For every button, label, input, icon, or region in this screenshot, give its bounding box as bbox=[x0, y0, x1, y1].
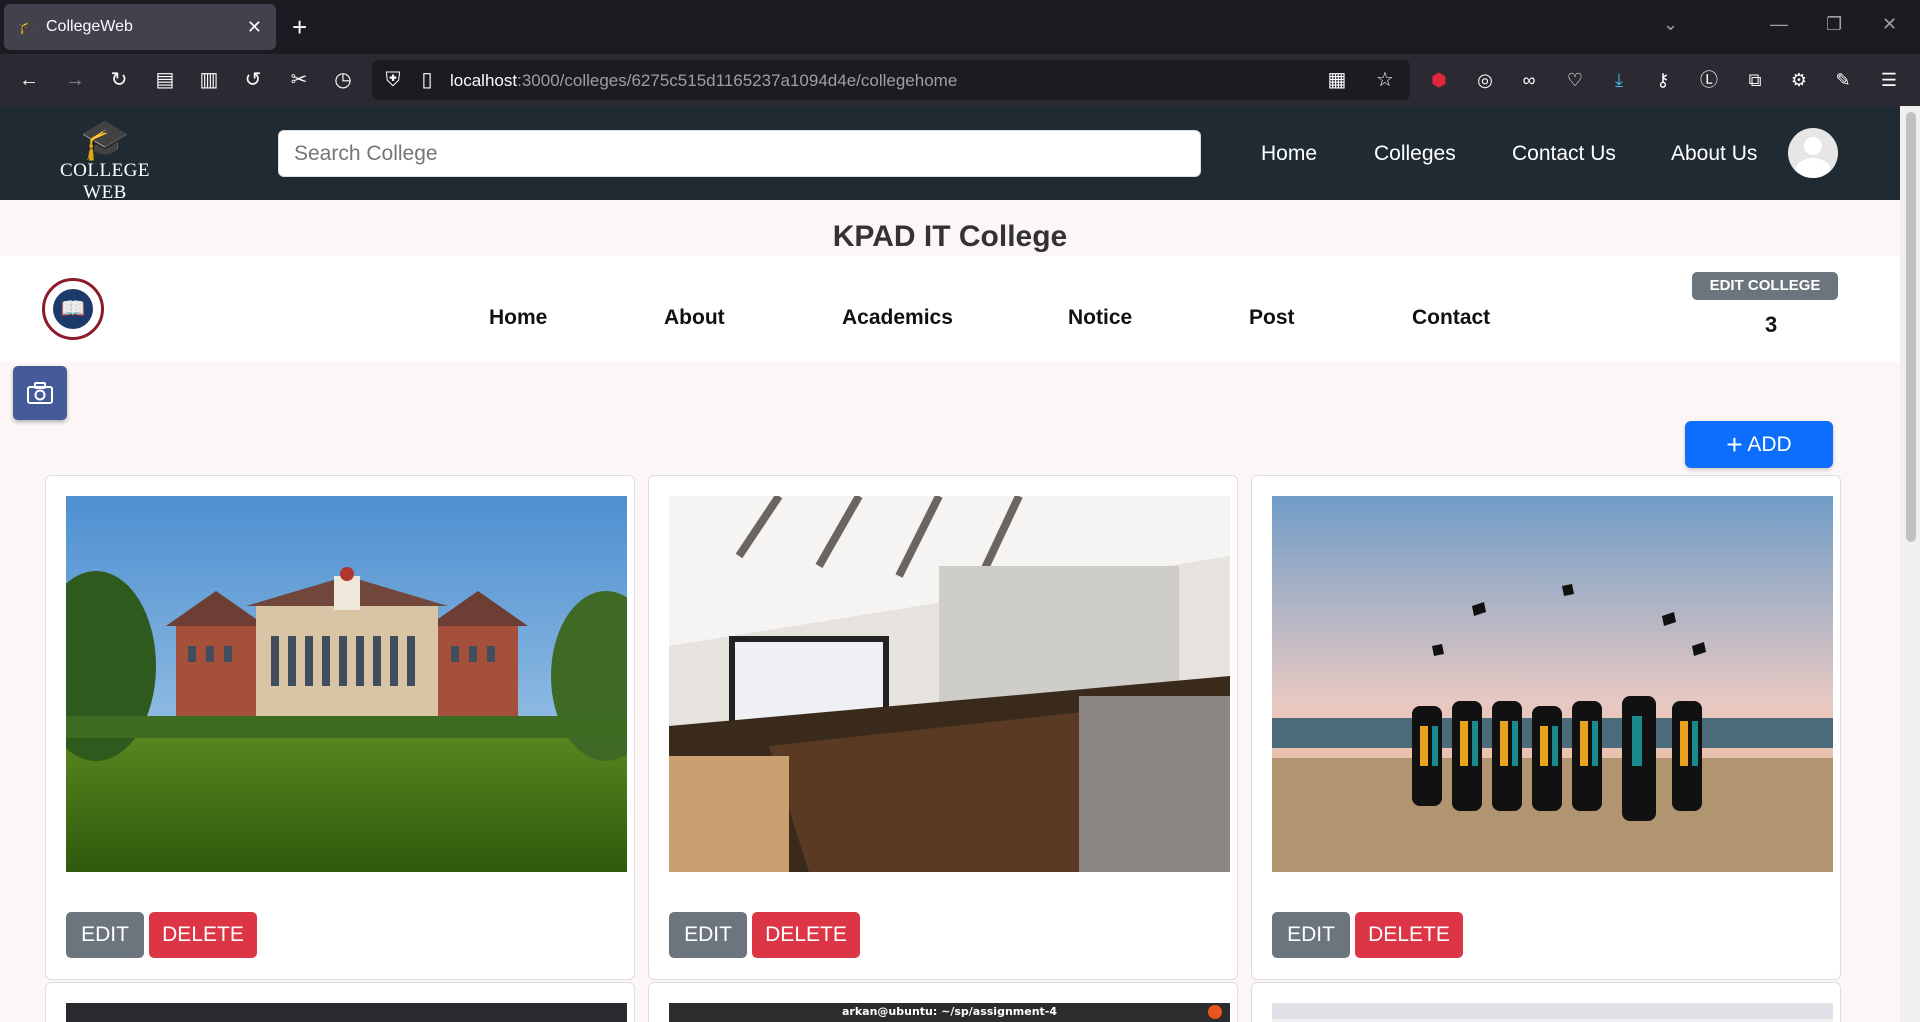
extensions-icon[interactable]: ⧉ bbox=[1742, 67, 1768, 93]
camera-icon[interactable] bbox=[13, 366, 67, 420]
list-all-tabs-icon[interactable]: ⌄ bbox=[1663, 14, 1678, 35]
college-nav-home[interactable]: Home bbox=[489, 306, 547, 330]
page-scrollbar[interactable] bbox=[1900, 106, 1920, 1022]
site-header: 🎓 COLLEGE WEB Home Colleges Contact Us A… bbox=[0, 106, 1900, 203]
terminal-close-icon bbox=[1208, 1005, 1222, 1019]
gallery-card bbox=[45, 982, 635, 1022]
scrollbar-thumb[interactable] bbox=[1906, 112, 1916, 542]
header-link-about-us[interactable]: About Us bbox=[1671, 142, 1757, 166]
gallery-card: EDIT DELETE bbox=[1251, 475, 1841, 980]
college-seal-logo: 📖 bbox=[42, 278, 104, 340]
book-icon: 📖 bbox=[53, 289, 93, 329]
logo-text: COLLEGE WEB bbox=[59, 160, 151, 203]
mask-icon[interactable]: ∞ bbox=[1516, 67, 1542, 93]
url-text[interactable]: localhost:3000/colleges/6275c515d1165237… bbox=[450, 71, 957, 91]
back-icon[interactable]: ← bbox=[16, 67, 42, 93]
restore-icon[interactable]: ❐ bbox=[1826, 14, 1842, 35]
university-building-photo bbox=[66, 496, 627, 872]
lecture-hall-image bbox=[669, 496, 1230, 872]
edit-button[interactable]: EDIT bbox=[1272, 912, 1350, 958]
reload-icon[interactable]: ↻ bbox=[106, 67, 132, 93]
edit-button[interactable]: EDIT bbox=[66, 912, 144, 958]
plus-icon: + bbox=[1726, 429, 1743, 460]
header-link-home[interactable]: Home bbox=[1261, 142, 1317, 166]
qr-code-icon[interactable]: ▦ bbox=[1324, 67, 1350, 93]
bookmark-star-icon[interactable]: ☆ bbox=[1372, 67, 1398, 93]
key-icon[interactable]: ⚷ bbox=[1650, 67, 1676, 93]
gallery-card bbox=[1251, 982, 1841, 1022]
edit-button[interactable]: EDIT bbox=[669, 912, 747, 958]
menu-icon[interactable]: ☰ bbox=[1876, 67, 1902, 93]
address-bar[interactable]: ⛨ ▯ localhost:3000/colleges/6275c515d116… bbox=[372, 60, 1410, 100]
college-nav-contact[interactable]: Contact bbox=[1412, 306, 1490, 330]
graduation-caps-photo bbox=[1272, 496, 1833, 872]
pocket-icon[interactable]: ♡ bbox=[1562, 67, 1588, 93]
url-path: :3000/colleges/6275c515d1165237a1094d4e/… bbox=[517, 71, 958, 90]
extension-glasses-icon[interactable]: ◎ bbox=[1472, 67, 1498, 93]
delete-button[interactable]: DELETE bbox=[149, 912, 257, 958]
close-window-icon[interactable]: ✕ bbox=[1882, 14, 1897, 35]
settings-gear-icon[interactable]: ⚙ bbox=[1786, 67, 1812, 93]
camera-svg bbox=[27, 382, 53, 404]
college-nav-about[interactable]: About bbox=[664, 306, 725, 330]
add-button[interactable]: + ADD bbox=[1685, 421, 1833, 468]
tab-title: CollegeWeb bbox=[46, 18, 133, 35]
shield-icon[interactable]: ⛨ bbox=[380, 67, 406, 93]
browser-tab-bar: 🎓 CollegeWeb ✕ + ⌄ — ❐ ✕ bbox=[0, 0, 1920, 54]
university-building-image bbox=[66, 496, 627, 872]
graduation-image bbox=[1272, 496, 1833, 872]
search-college-input[interactable] bbox=[278, 130, 1201, 177]
gallery-card: EDIT DELETE bbox=[45, 475, 635, 980]
header-link-colleges[interactable]: Colleges bbox=[1374, 142, 1456, 166]
reader-view-icon[interactable]: ▥ bbox=[196, 67, 222, 93]
avatar-body bbox=[1795, 158, 1831, 178]
graduation-cap-icon: 🎓 bbox=[80, 118, 130, 162]
college-title: KPAD IT College bbox=[832, 220, 1068, 253]
ublock-icon[interactable]: ⬢ bbox=[1426, 67, 1452, 93]
delete-button[interactable]: DELETE bbox=[752, 912, 860, 958]
new-tab-button[interactable]: + bbox=[292, 12, 307, 42]
college-nav-notice[interactable]: Notice bbox=[1068, 306, 1132, 330]
page-icon: ▯ bbox=[421, 69, 433, 91]
clock-icon[interactable]: ◷ bbox=[330, 67, 356, 93]
college-nav-academics[interactable]: Academics bbox=[842, 306, 953, 330]
graduation-cap-favicon-icon: 🎓 bbox=[18, 18, 37, 35]
download-icon[interactable]: ⤓ bbox=[1606, 67, 1632, 93]
avatar-head bbox=[1804, 137, 1822, 155]
user-avatar[interactable] bbox=[1788, 128, 1838, 178]
delete-button[interactable]: DELETE bbox=[1355, 912, 1463, 958]
browser-toolbar: ← → ↻ ▤ ▥ ↺ ✂ ◷ ⛨ ▯ localhost:3000/colle… bbox=[0, 54, 1920, 106]
site-logo[interactable]: 🎓 COLLEGE WEB bbox=[40, 118, 170, 203]
history-icon[interactable]: ↺ bbox=[240, 67, 266, 93]
college-nav-post[interactable]: Post bbox=[1249, 306, 1295, 330]
url-host: localhost bbox=[450, 71, 518, 90]
browser-tab[interactable]: 🎓 CollegeWeb ✕ bbox=[4, 4, 276, 50]
gallery-card: EDIT DELETE bbox=[648, 475, 1238, 980]
college-nav: 📖 Home About Academics Notice Post Conta… bbox=[0, 256, 1900, 362]
page-content: 🎓 COLLEGE WEB Home Colleges Contact Us A… bbox=[0, 106, 1900, 1022]
gallery-card: arkan@ubuntu: ~/sp/assignment-4 bbox=[648, 982, 1238, 1022]
college-count: 3 bbox=[1765, 312, 1778, 337]
browser-screenshot-image bbox=[1272, 1003, 1833, 1022]
forward-icon[interactable]: → bbox=[62, 67, 88, 93]
edit-college-button[interactable]: EDIT COLLEGE bbox=[1692, 272, 1838, 300]
sidebar-icon[interactable]: ▤ bbox=[152, 67, 178, 93]
terminal-title: arkan@ubuntu: ~/sp/assignment-4 bbox=[842, 1005, 1057, 1018]
close-tab-icon[interactable]: ✕ bbox=[247, 17, 262, 38]
minimize-icon[interactable]: — bbox=[1770, 14, 1788, 35]
dark-screenshot-image bbox=[66, 1003, 627, 1022]
header-link-contact-us[interactable]: Contact Us bbox=[1512, 142, 1616, 166]
terminal-screenshot-image: arkan@ubuntu: ~/sp/assignment-4 bbox=[669, 1003, 1230, 1022]
pen-icon[interactable]: ✎ bbox=[1830, 67, 1856, 93]
screenshot-icon[interactable]: ✂ bbox=[286, 67, 312, 93]
add-label: ADD bbox=[1747, 433, 1792, 456]
account-icon[interactable]: Ⓛ bbox=[1696, 67, 1722, 93]
lecture-hall-photo bbox=[669, 496, 1230, 872]
